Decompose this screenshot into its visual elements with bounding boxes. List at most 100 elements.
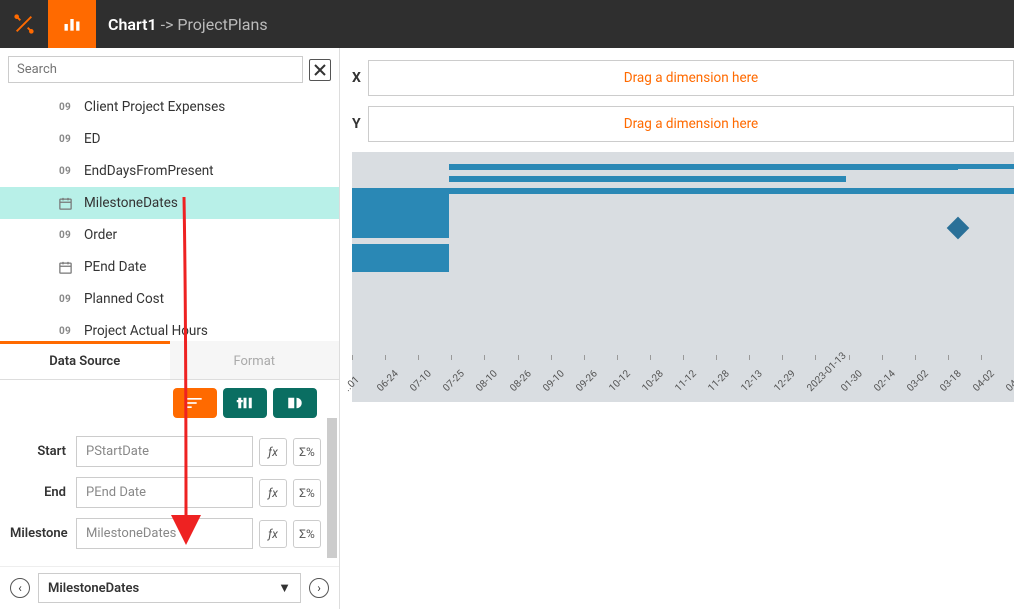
calendar-icon — [56, 196, 74, 211]
tick-label: 04-02 — [971, 368, 997, 394]
tick-mark — [782, 355, 783, 360]
field-label: Order — [84, 227, 117, 243]
tick-label: 10-12 — [607, 368, 633, 394]
tick-label: 01-30 — [839, 368, 865, 394]
chevron-down-icon: ▼ — [278, 580, 291, 596]
tick-label: 07-25 — [442, 368, 468, 394]
config-scrollbar[interactable] — [327, 418, 337, 558]
config-row: MilestoneMilestoneDatesƒxΣ% — [6, 518, 333, 549]
config-sort-button[interactable] — [173, 388, 217, 418]
footer-dropdown[interactable]: MilestoneDates ▼ — [38, 573, 301, 603]
config-row: StartPStartDateƒxΣ% — [6, 436, 333, 467]
fx-button[interactable]: ƒx — [259, 479, 287, 507]
sigma-button[interactable]: Σ% — [293, 479, 321, 507]
right-panel: X Drag a dimension here Y Drag a dimensi… — [340, 48, 1014, 609]
config-filter-button[interactable] — [223, 388, 267, 418]
number-icon: 09 — [56, 326, 74, 337]
tick-mark — [551, 355, 552, 360]
field-item[interactable]: 09 Client Project Expenses — [0, 91, 339, 123]
number-icon: 09 — [56, 294, 74, 305]
field-label: Client Project Expenses — [84, 99, 225, 115]
chart-mode-button[interactable] — [48, 0, 96, 48]
tab-data-source[interactable]: Data Source — [0, 341, 170, 379]
config-layout-button[interactable] — [273, 388, 317, 418]
tick-mark — [683, 355, 684, 360]
tick-label: 11-12 — [673, 368, 699, 394]
tick-mark — [484, 355, 485, 360]
field-label: PEnd Date — [84, 259, 146, 275]
sigma-button[interactable]: Σ% — [293, 438, 321, 466]
config-row-label: End — [10, 485, 76, 500]
x-axis-label: X — [352, 70, 368, 86]
tick-label: 10-28 — [640, 368, 666, 394]
next-button[interactable]: › — [309, 578, 329, 598]
tick-mark — [617, 355, 618, 360]
field-item[interactable]: 09 EndDaysFromPresent — [0, 155, 339, 187]
tick-label: 12-29 — [773, 368, 799, 394]
field-label: Planned Cost — [84, 291, 164, 307]
tick-mark — [716, 355, 717, 360]
tick-mark — [352, 355, 353, 360]
tick-mark — [518, 355, 519, 360]
tick-label: 12-13 — [739, 368, 765, 394]
config-panel: StartPStartDateƒxΣ%EndPEnd DateƒxΣ%Miles… — [0, 380, 339, 566]
number-icon: 09 — [56, 102, 74, 113]
tick-label: 03-02 — [905, 368, 931, 394]
number-icon: 09 — [56, 230, 74, 241]
clear-search-button[interactable] — [309, 59, 331, 81]
config-field-dropzone[interactable]: MilestoneDates — [76, 518, 253, 549]
config-row: EndPEnd DateƒxΣ% — [6, 477, 333, 508]
search-input[interactable] — [8, 56, 303, 83]
y-axis-dropzone[interactable]: Drag a dimension here — [368, 106, 1014, 142]
app-logo-button[interactable] — [0, 0, 48, 48]
number-icon: 09 — [56, 166, 74, 177]
gantt-bar — [449, 188, 1014, 194]
footer-dropdown-label: MilestoneDates — [48, 581, 139, 596]
field-item[interactable]: 09 Order — [0, 219, 339, 251]
field-label: EndDaysFromPresent — [84, 163, 214, 179]
gantt-bar — [953, 164, 1014, 169]
tick-mark — [815, 355, 816, 360]
x-axis-dropzone[interactable]: Drag a dimension here — [368, 60, 1014, 96]
tick-label: 08-10 — [475, 368, 501, 394]
config-field-dropzone[interactable]: PEnd Date — [76, 477, 253, 508]
milestone-marker — [947, 217, 970, 240]
field-item[interactable]: MilestoneDates — [0, 187, 339, 219]
tick-label: 03-18 — [938, 368, 964, 394]
tick-label: ..01 — [342, 375, 361, 394]
field-label: MilestoneDates — [84, 195, 178, 211]
left-panel: 09Client Project Expenses09ED09EndDaysFr… — [0, 48, 340, 609]
field-item[interactable]: 09 Planned Cost — [0, 283, 339, 315]
gantt-bar — [449, 164, 958, 170]
sigma-button[interactable]: Σ% — [293, 520, 321, 548]
tick-mark — [650, 355, 651, 360]
tick-label: 09-10 — [541, 368, 567, 394]
field-item[interactable]: PEnd Date — [0, 251, 339, 283]
prev-button[interactable]: ‹ — [10, 578, 30, 598]
tick-label: 08-26 — [508, 368, 534, 394]
number-icon: 09 — [56, 134, 74, 145]
config-field-dropzone[interactable]: PStartDate — [76, 436, 253, 467]
field-item[interactable]: 09ED — [0, 123, 339, 155]
tick-mark — [584, 355, 585, 360]
footer-bar: ‹ MilestoneDates ▼ › — [0, 566, 339, 609]
tick-label: 09-26 — [574, 368, 600, 394]
field-list[interactable]: 09Client Project Expenses09ED09EndDaysFr… — [0, 91, 339, 341]
field-item[interactable]: 09Project Actual Hours — [0, 315, 339, 341]
gantt-bar — [352, 188, 449, 238]
y-axis-label: Y — [352, 116, 368, 132]
tick-mark — [915, 355, 916, 360]
fx-button[interactable]: ƒx — [259, 520, 287, 548]
gantt-bar — [352, 244, 449, 272]
fx-button[interactable]: ƒx — [259, 438, 287, 466]
top-bar: Chart1 -> ProjectPlans — [0, 0, 1014, 48]
calendar-icon — [56, 260, 74, 275]
tick-label: 02-14 — [872, 368, 898, 394]
breadcrumb: -> ProjectPlans — [161, 15, 268, 34]
tick-mark — [451, 355, 452, 360]
tick-label: 11-28 — [706, 368, 732, 394]
config-row-label: Start — [10, 444, 76, 459]
tab-format[interactable]: Format — [170, 341, 340, 379]
gantt-bar — [449, 176, 846, 182]
tick-mark — [385, 355, 386, 360]
